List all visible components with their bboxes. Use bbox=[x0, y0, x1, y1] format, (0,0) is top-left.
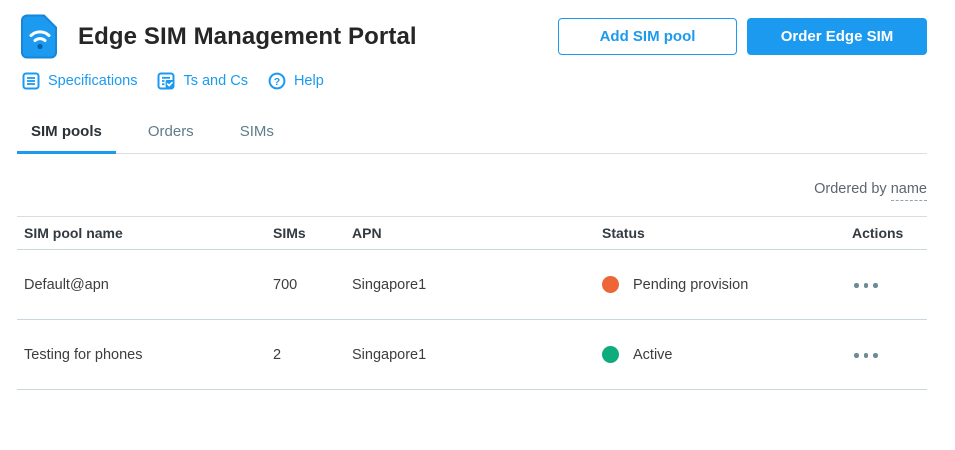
sim-pools-table: SIM pool name SIMs APN Status Actions De… bbox=[17, 216, 927, 390]
sort-control: Ordered by name bbox=[17, 181, 927, 197]
ellipsis-icon bbox=[854, 353, 859, 358]
question-circle-icon: ? bbox=[268, 72, 286, 90]
col-header-sims: SIMs bbox=[273, 225, 352, 241]
sims-count-cell: 2 bbox=[273, 347, 352, 363]
add-sim-pool-button[interactable]: Add SIM pool bbox=[558, 18, 737, 55]
help-link[interactable]: ? Help bbox=[268, 72, 324, 90]
status-cell: Active bbox=[602, 346, 852, 363]
apn-cell: Singapore1 bbox=[352, 347, 602, 363]
header: Edge SIM Management Portal Add SIM pool … bbox=[17, 0, 927, 59]
apn-cell: Singapore1 bbox=[352, 277, 602, 293]
row-actions-menu-button[interactable] bbox=[852, 347, 880, 364]
status-label: Active bbox=[633, 347, 673, 363]
row-actions-menu-button[interactable] bbox=[852, 277, 880, 294]
edge-sim-portal: Edge SIM Management Portal Add SIM pool … bbox=[0, 0, 955, 390]
sort-prefix-label: Ordered by bbox=[814, 181, 891, 197]
tab-orders[interactable]: Orders bbox=[134, 114, 208, 154]
sim-card-wifi-icon bbox=[20, 14, 60, 59]
tab-sim-pools[interactable]: SIM pools bbox=[17, 114, 116, 154]
specifications-link[interactable]: Specifications bbox=[22, 72, 137, 90]
col-header-apn: APN bbox=[352, 225, 602, 241]
order-edge-sim-button[interactable]: Order Edge SIM bbox=[747, 18, 927, 55]
col-header-sim-pool-name: SIM pool name bbox=[24, 225, 273, 241]
status-cell: Pending provision bbox=[602, 276, 852, 293]
svg-text:?: ? bbox=[274, 76, 280, 88]
sim-pool-name-cell: Testing for phones bbox=[24, 347, 273, 363]
page-title: Edge SIM Management Portal bbox=[78, 23, 417, 51]
status-dot-active bbox=[602, 346, 619, 363]
sims-count-cell: 700 bbox=[273, 277, 352, 293]
ts-and-cs-link[interactable]: Ts and Cs bbox=[157, 72, 247, 90]
quick-links: Specifications Ts and Cs ? bbox=[17, 72, 927, 90]
sort-field-selector[interactable]: name bbox=[891, 181, 927, 201]
table-header-row: SIM pool name SIMs APN Status Actions bbox=[17, 216, 927, 250]
help-label: Help bbox=[294, 73, 324, 89]
status-label: Pending provision bbox=[633, 277, 748, 293]
col-header-status: Status bbox=[602, 225, 852, 241]
ellipsis-icon bbox=[854, 283, 859, 288]
table-row: Default@apn 700 Singapore1 Pending provi… bbox=[17, 250, 927, 320]
sim-pool-name-cell: Default@apn bbox=[24, 277, 273, 293]
col-header-actions: Actions bbox=[852, 225, 927, 241]
status-dot-pending bbox=[602, 276, 619, 293]
tab-sims[interactable]: SIMs bbox=[226, 114, 288, 154]
specifications-label: Specifications bbox=[48, 73, 137, 89]
table-row: Testing for phones 2 Singapore1 Active bbox=[17, 320, 927, 390]
tab-bar: SIM pools Orders SIMs bbox=[17, 114, 927, 154]
ts-and-cs-label: Ts and Cs bbox=[183, 73, 247, 89]
document-lines-icon bbox=[22, 72, 40, 90]
checklist-icon bbox=[157, 72, 175, 90]
